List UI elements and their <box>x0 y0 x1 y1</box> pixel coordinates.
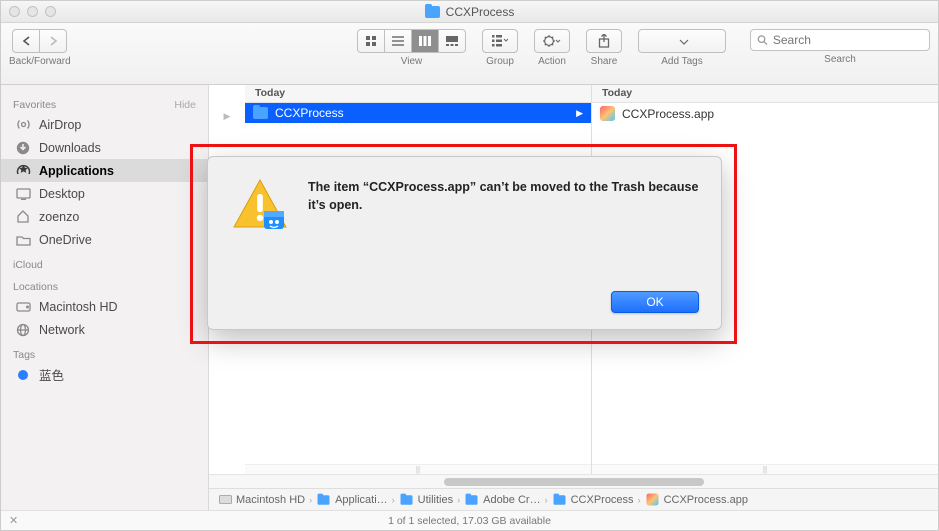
column-header: Today <box>245 85 591 103</box>
sidebar-item-airdrop[interactable]: AirDrop <box>1 113 208 136</box>
sidebar-item-label: Downloads <box>39 141 101 155</box>
sidebar-item-home[interactable]: zoenzo <box>1 205 208 228</box>
chevron-right-icon: ▶ <box>576 108 583 119</box>
path-seg-hd[interactable]: Macintosh HD <box>219 494 305 506</box>
horizontal-scrollbar[interactable] <box>209 474 938 488</box>
column-item-ccxprocess[interactable]: CCXProcess ▶ <box>245 103 591 123</box>
column-resize-handle[interactable]: || <box>245 464 591 474</box>
column-resize-handle[interactable]: || <box>592 464 938 474</box>
home-icon <box>15 210 31 223</box>
sidebar-item-label: Macintosh HD <box>39 300 118 314</box>
view-list-button[interactable] <box>384 29 412 53</box>
sidebar-item-network[interactable]: Network <box>1 318 208 341</box>
applications-icon <box>15 163 31 178</box>
icloud-header: iCloud <box>13 259 43 271</box>
group-button[interactable] <box>482 29 518 53</box>
share-button[interactable] <box>586 29 622 53</box>
dialog-message: The item “CCXProcess.app” can’t be moved… <box>308 177 699 233</box>
alert-dialog: The item “CCXProcess.app” can’t be moved… <box>207 156 722 330</box>
folder-icon <box>15 234 31 246</box>
locations-header: Locations <box>13 281 58 293</box>
view-label: View <box>401 56 423 67</box>
share-label: Share <box>591 56 618 67</box>
add-tags-button[interactable] <box>638 29 726 53</box>
action-label: Action <box>538 56 566 67</box>
sidebar-item-label: Applications <box>39 164 114 178</box>
sidebar-tag-blue[interactable]: 蓝色 <box>1 363 208 386</box>
back-button[interactable] <box>12 29 40 53</box>
sidebar-item-label: zoenzo <box>39 210 79 224</box>
view-gallery-button[interactable] <box>438 29 466 53</box>
sidebar-item-desktop[interactable]: Desktop <box>1 182 208 205</box>
path-bar: Macintosh HD› Applicati…› Utilities› Ado… <box>209 488 938 510</box>
path-seg-adobe[interactable]: Adobe Cr… <box>464 494 540 506</box>
ok-button[interactable]: OK <box>611 291 699 313</box>
column-header: Today <box>592 85 938 103</box>
path-seg-app[interactable]: CCXProcess.app <box>645 492 748 507</box>
add-tags-label: Add Tags <box>661 56 703 67</box>
search-label: Search <box>824 54 856 65</box>
sidebar-item-label: 蓝色 <box>39 365 64 384</box>
folder-icon <box>425 6 440 18</box>
toolbar: Back/Forward View <box>1 23 938 85</box>
sidebar-item-macintosh-hd[interactable]: Macintosh HD <box>1 295 208 318</box>
window-title: CCXProcess <box>446 5 515 19</box>
desktop-icon <box>15 188 31 200</box>
view-columns-button[interactable] <box>411 29 439 53</box>
action-button[interactable] <box>534 29 570 53</box>
hide-favorites-button[interactable]: Hide <box>174 99 196 111</box>
forward-button[interactable] <box>39 29 67 53</box>
file-name: CCXProcess <box>275 106 344 120</box>
status-bar: ✕ 1 of 1 selected, 17.03 GB available <box>1 510 938 530</box>
search-icon <box>757 34 768 46</box>
search-input[interactable] <box>773 33 923 47</box>
sidebar-item-label: Desktop <box>39 187 85 201</box>
file-name: CCXProcess.app <box>622 107 714 121</box>
sidebar-item-downloads[interactable]: Downloads <box>1 136 208 159</box>
traffic-lights <box>9 6 56 17</box>
titlebar: CCXProcess <box>1 1 938 23</box>
close-icon[interactable]: ✕ <box>9 514 18 527</box>
tag-dot-icon <box>15 370 31 380</box>
sidebar-item-label: Network <box>39 323 85 337</box>
network-icon <box>15 323 31 337</box>
group-label: Group <box>486 56 514 67</box>
back-forward-label: Back/Forward <box>9 56 71 67</box>
expand-arrow-icon[interactable]: ▶ <box>224 111 231 122</box>
sidebar-item-applications[interactable]: Applications <box>1 159 208 182</box>
zoom-window-button[interactable] <box>45 6 56 17</box>
sidebar-item-onedrive[interactable]: OneDrive <box>1 228 208 251</box>
view-icons-button[interactable] <box>357 29 385 53</box>
path-seg-applications[interactable]: Applicati… <box>316 494 388 506</box>
tags-header: Tags <box>13 349 35 361</box>
path-seg-utilities[interactable]: Utilities <box>399 494 453 506</box>
warning-icon <box>230 177 290 233</box>
hdd-icon <box>15 302 31 312</box>
favorites-header: Favorites <box>13 99 56 111</box>
downloads-icon <box>15 141 31 155</box>
airdrop-icon <box>15 117 31 132</box>
minimize-window-button[interactable] <box>27 6 38 17</box>
path-seg-ccxprocess[interactable]: CCXProcess <box>552 494 634 506</box>
column-item-ccxprocess-app[interactable]: CCXProcess.app <box>592 103 938 124</box>
search-field[interactable] <box>750 29 930 51</box>
close-window-button[interactable] <box>9 6 20 17</box>
sidebar: Favorites Hide AirDrop Downloads Applica… <box>1 85 209 510</box>
sidebar-item-label: OneDrive <box>39 233 92 247</box>
folder-icon <box>253 107 268 119</box>
app-icon <box>600 106 615 121</box>
sidebar-item-label: AirDrop <box>39 118 81 132</box>
status-text: 1 of 1 selected, 17.03 GB available <box>388 515 551 527</box>
